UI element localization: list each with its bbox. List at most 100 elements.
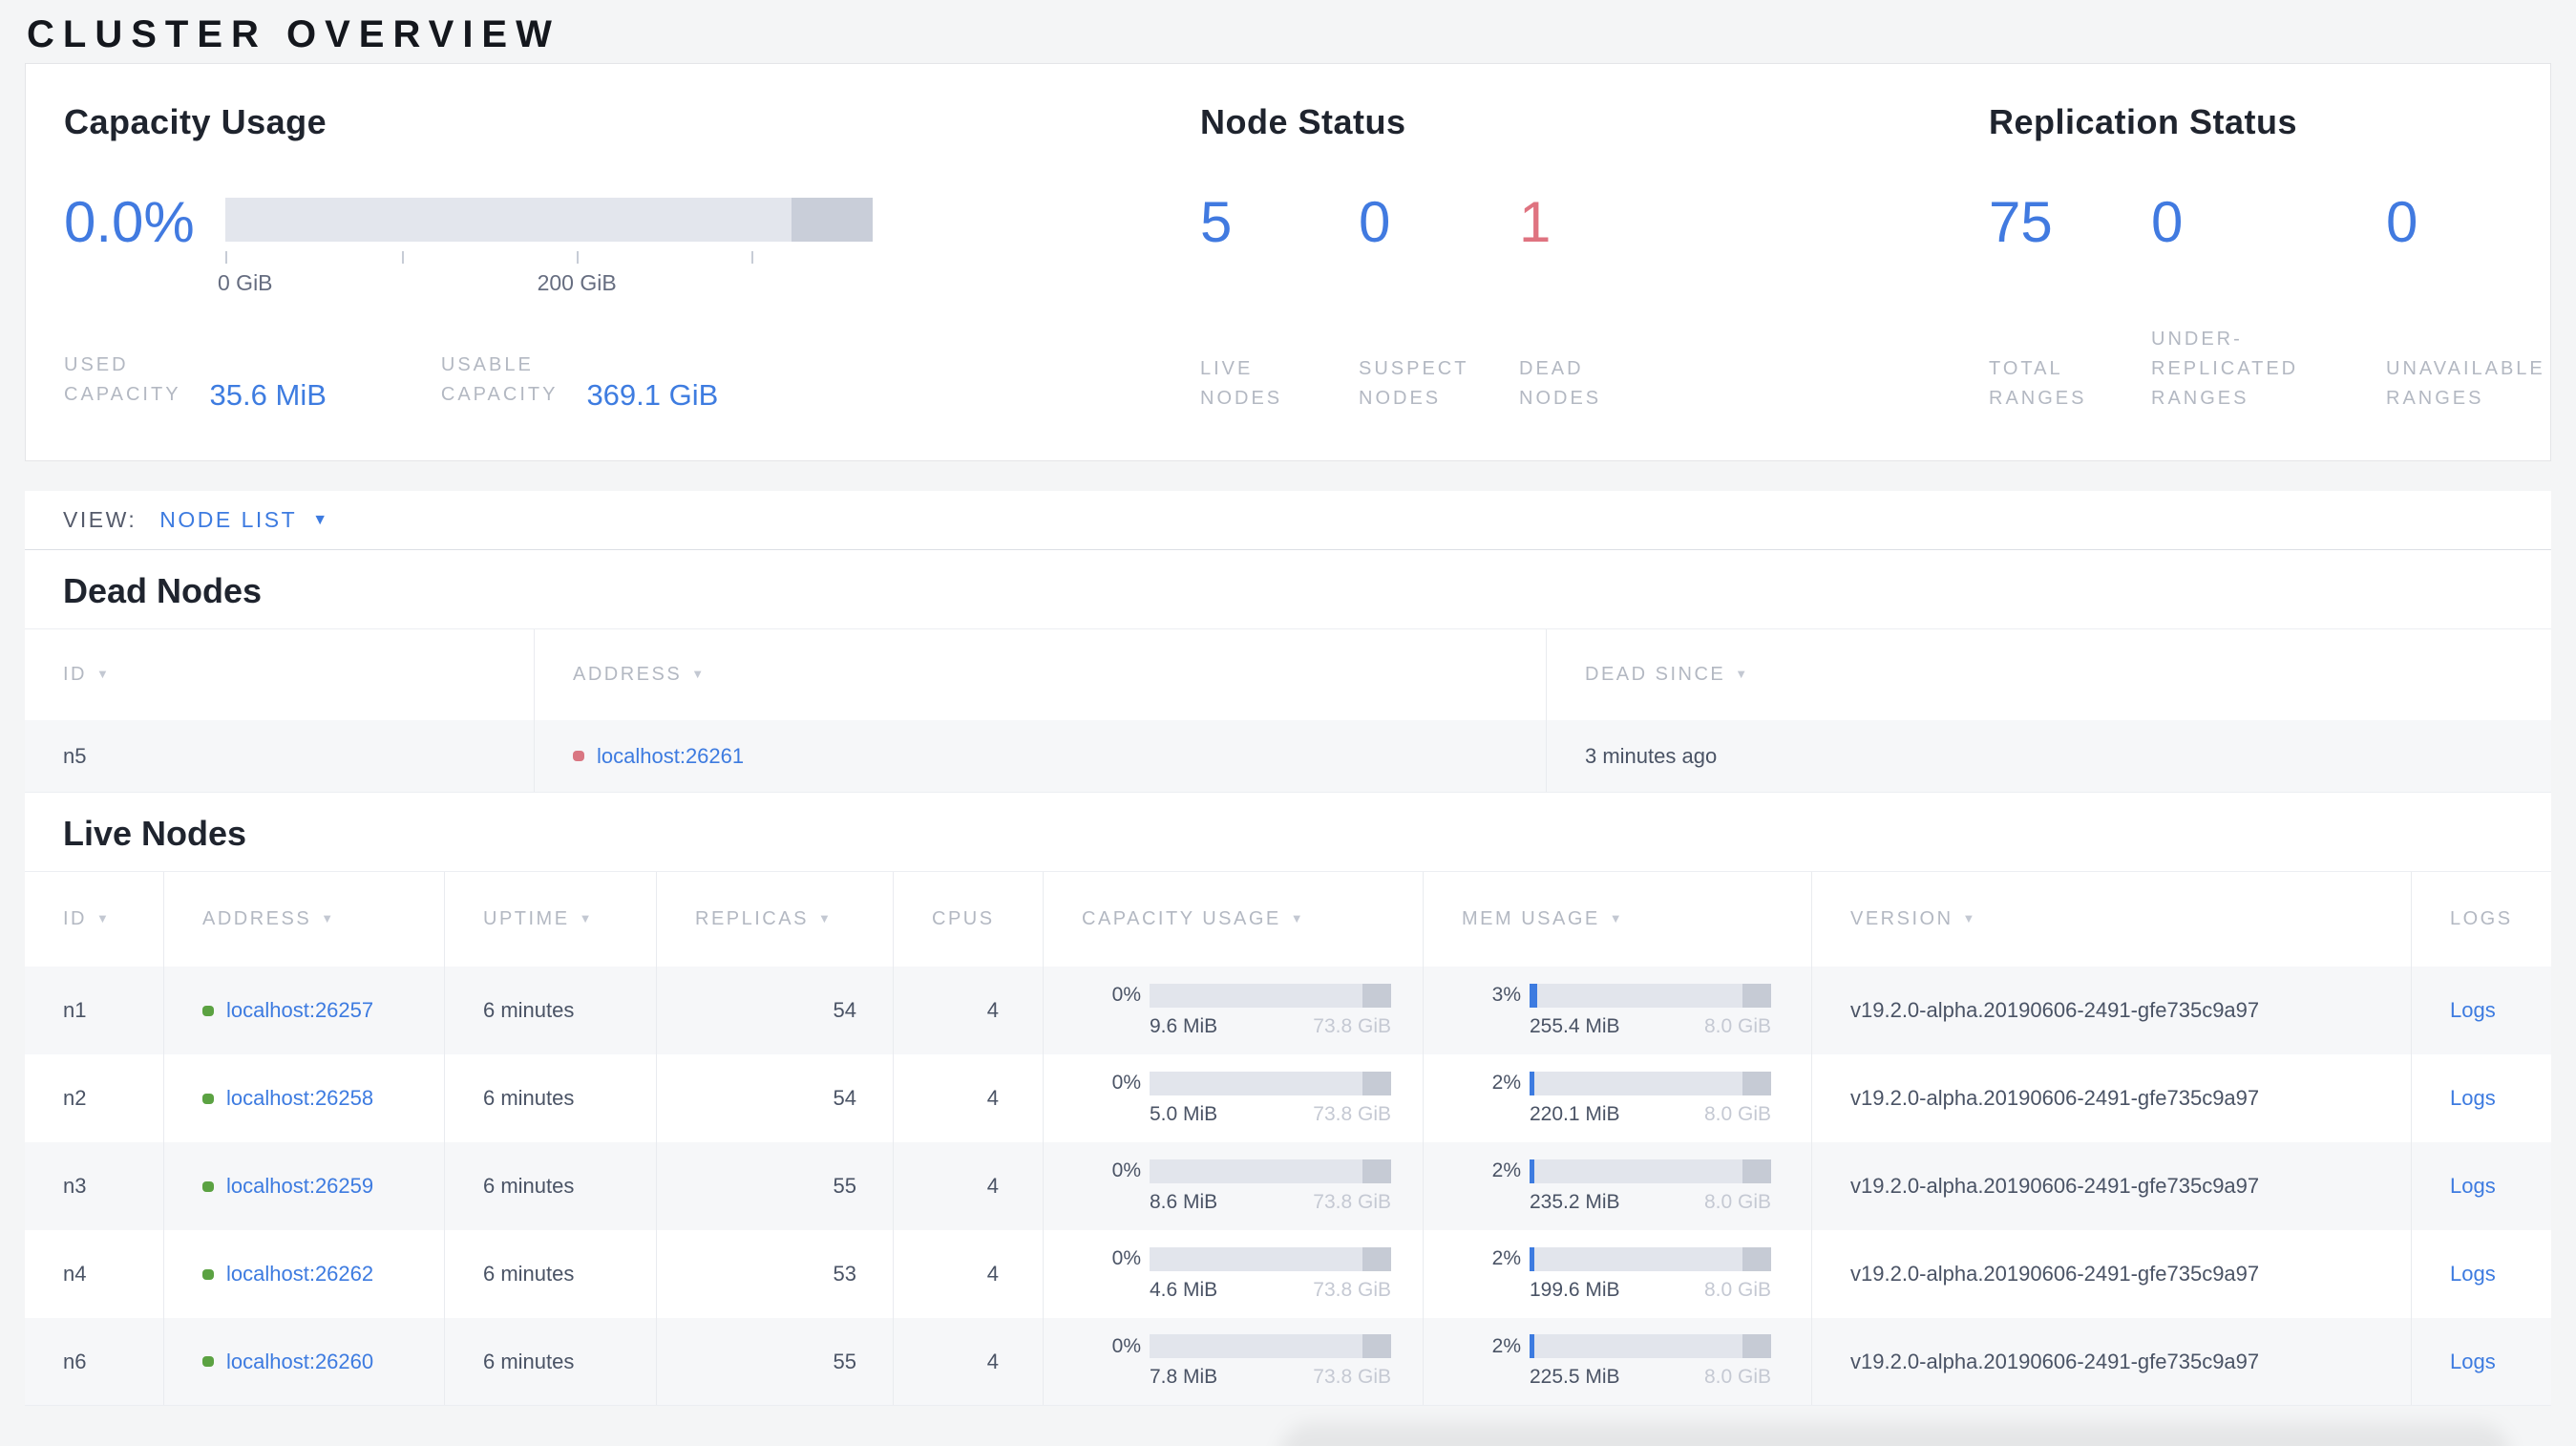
- logs-link[interactable]: Logs: [2450, 1086, 2496, 1111]
- total-ranges-stat: 75 TOTAL RANGES: [1989, 190, 2087, 410]
- sort-caret-icon: ▼: [1962, 911, 1977, 925]
- live-node-row: n2 localhost:26258 6 minutes 54 4 0% 5.0…: [25, 1054, 2551, 1142]
- live-node-address-cell: localhost:26259: [164, 1142, 445, 1230]
- live-col-header-capacity-usage[interactable]: CAPACITY USAGE ▼: [1044, 872, 1424, 967]
- nodes-content: Dead Nodes ID ▼ ADDRESS ▼ DEAD SINCE ▼ n5 l…: [25, 550, 2551, 1406]
- capacity-used-value: 5.0 MiB: [1150, 1102, 1218, 1125]
- live-col-header-replicas[interactable]: REPLICAS ▼: [657, 872, 894, 967]
- used-capacity-stat: USED CAPACITY 35.6 MiB: [64, 351, 327, 411]
- mem-usage-bar: [1530, 1246, 1771, 1271]
- replication-status-section: Replication Status 75 TOTAL RANGES 0 UND…: [1951, 64, 2550, 460]
- usable-capacity-label-line2: CAPACITY: [440, 384, 559, 405]
- capacity-bar: [225, 198, 873, 242]
- usable-capacity-label-line1: USABLE: [440, 354, 534, 375]
- logs-link[interactable]: Logs: [2450, 1350, 2496, 1374]
- used-capacity-label-line2: CAPACITY: [64, 384, 181, 405]
- window-shadow: [1279, 1423, 2511, 1446]
- usable-capacity-value: 369.1 GiB: [586, 378, 719, 412]
- live-node-address-link[interactable]: localhost:26262: [226, 1262, 373, 1287]
- live-node-replicas: 54: [657, 1054, 894, 1142]
- live-node-uptime: 6 minutes: [445, 1318, 657, 1405]
- capacity-usage-percent: 0%: [1111, 1247, 1141, 1269]
- live-node-logs-cell: Logs: [2412, 1054, 2551, 1142]
- live-node-address-link[interactable]: localhost:26259: [226, 1174, 373, 1199]
- capacity-total-value: 73.8 GiB: [1313, 1014, 1391, 1037]
- dead-nodes-section-title: Dead Nodes: [63, 571, 263, 610]
- live-col-header-address[interactable]: ADDRESS ▼: [164, 872, 445, 967]
- live-node-uptime: 6 minutes: [445, 1054, 657, 1142]
- live-node-replicas: 55: [657, 1318, 894, 1405]
- dead-node-id: n5: [25, 720, 535, 792]
- suspect-nodes-stat: 0 SUSPECT NODES: [1359, 190, 1469, 410]
- under-replicated-label: UNDER-: [2151, 329, 2243, 350]
- logs-link[interactable]: Logs: [2450, 1174, 2496, 1199]
- mem-used-value: 255.4 MiB: [1530, 1014, 1620, 1037]
- axis-tick: [225, 251, 227, 264]
- live-col-header-version[interactable]: VERSION ▼: [1812, 872, 2412, 967]
- chevron-down-icon: ▼: [312, 511, 328, 528]
- live-node-mem-usage: 2% 235.2 MiB 8.0 GiB: [1424, 1142, 1812, 1230]
- live-node-version: v19.2.0-alpha.20190606-2491-gfe735c9a97: [1812, 1230, 2412, 1318]
- mem-usage-percent: 2%: [1491, 1159, 1521, 1181]
- unavailable-ranges-count: 0: [2386, 190, 2418, 254]
- live-node-version: v19.2.0-alpha.20190606-2491-gfe735c9a97: [1812, 1054, 2412, 1142]
- capacity-usage-title: Capacity Usage: [64, 102, 327, 141]
- live-col-header-logs: LOGS: [2450, 908, 2513, 929]
- capacity-used-value: 9.6 MiB: [1150, 1014, 1218, 1037]
- dead-col-header-id[interactable]: ID ▼: [25, 629, 535, 720]
- mem-used-value: 235.2 MiB: [1530, 1190, 1620, 1213]
- live-nodes-stat: 5 LIVE NODES: [1200, 190, 1283, 410]
- axis-label-0gib: 0 GiB: [218, 270, 273, 295]
- live-node-capacity-usage: 0% 4.6 MiB 73.8 GiB: [1044, 1230, 1424, 1318]
- suspect-nodes-count: 0: [1359, 190, 1391, 254]
- live-node-row: n6 localhost:26260 6 minutes 55 4 0% 7.8…: [25, 1318, 2551, 1406]
- mem-usage-reserved-segment: [1742, 1334, 1771, 1358]
- sort-caret-icon: ▼: [817, 911, 834, 925]
- live-node-replicas: 55: [657, 1142, 894, 1230]
- live-node-mem-usage: 2% 199.6 MiB 8.0 GiB: [1424, 1230, 1812, 1318]
- sort-caret-icon: ▼: [96, 667, 112, 681]
- capacity-total-value: 73.8 GiB: [1313, 1366, 1391, 1388]
- live-node-address-link[interactable]: localhost:26257: [226, 998, 373, 1023]
- live-node-address-cell: localhost:26260: [164, 1318, 445, 1405]
- capacity-total-value: 73.8 GiB: [1313, 1278, 1391, 1301]
- capacity-usage-bar: [1150, 1159, 1391, 1183]
- mem-usage-bar: [1530, 1159, 1771, 1183]
- sort-caret-icon: ▼: [579, 911, 594, 925]
- live-node-address-link[interactable]: localhost:26260: [226, 1350, 373, 1374]
- node-status-title: Node Status: [1200, 102, 1406, 141]
- sort-caret-icon: ▼: [96, 911, 112, 925]
- live-col-header-uptime[interactable]: UPTIME ▼: [445, 872, 657, 967]
- capacity-used-value: 7.8 MiB: [1150, 1366, 1218, 1388]
- unavailable-ranges-stat: 0 UNAVAILABLE RANGES: [2386, 190, 2545, 410]
- live-col-header-mem-usage[interactable]: MEM USAGE ▼: [1424, 872, 1812, 967]
- live-nodes-count: 5: [1200, 190, 1233, 254]
- live-node-address-link[interactable]: localhost:26258: [226, 1086, 373, 1111]
- live-node-address-cell: localhost:26262: [164, 1230, 445, 1318]
- dead-col-header-address[interactable]: ADDRESS ▼: [535, 629, 1547, 720]
- live-node-cpus: 4: [894, 1054, 1044, 1142]
- dead-node-address-link[interactable]: localhost:26261: [597, 744, 744, 769]
- live-node-replicas: 53: [657, 1230, 894, 1318]
- dead-col-header-dead-since[interactable]: DEAD SINCE ▼: [1547, 629, 2551, 720]
- capacity-total-value: 73.8 GiB: [1313, 1190, 1391, 1213]
- capacity-total-value: 73.8 GiB: [1313, 1102, 1391, 1125]
- logs-link[interactable]: Logs: [2450, 998, 2496, 1023]
- view-label: VIEW:: [63, 507, 137, 532]
- live-node-mem-usage: 2% 225.5 MiB 8.0 GiB: [1424, 1318, 1812, 1405]
- live-node-address-cell: localhost:26257: [164, 967, 445, 1054]
- capacity-usage-reserved-segment: [1362, 1159, 1391, 1183]
- live-node-logs-cell: Logs: [2412, 1230, 2551, 1318]
- live-col-header-cpus: CPUS: [894, 872, 1044, 967]
- dead-node-address-cell: localhost:26261: [535, 720, 1547, 792]
- live-node-version: v19.2.0-alpha.20190606-2491-gfe735c9a97: [1812, 967, 2412, 1054]
- live-node-id: n3: [25, 1142, 164, 1230]
- mem-usage-fill: [1530, 1159, 1534, 1183]
- under-replicated-count: 0: [2151, 190, 2184, 254]
- logs-link[interactable]: Logs: [2450, 1262, 2496, 1287]
- capacity-usage-section: Capacity Usage 0.0% 0 GiB 200 GiB USED C…: [26, 64, 1162, 460]
- mem-usage-fill: [1530, 983, 1537, 1008]
- view-selector-dropdown[interactable]: NODE LIST ▼: [159, 507, 327, 533]
- replication-status-title: Replication Status: [1989, 102, 2298, 141]
- live-col-header-id[interactable]: ID ▼: [25, 872, 164, 967]
